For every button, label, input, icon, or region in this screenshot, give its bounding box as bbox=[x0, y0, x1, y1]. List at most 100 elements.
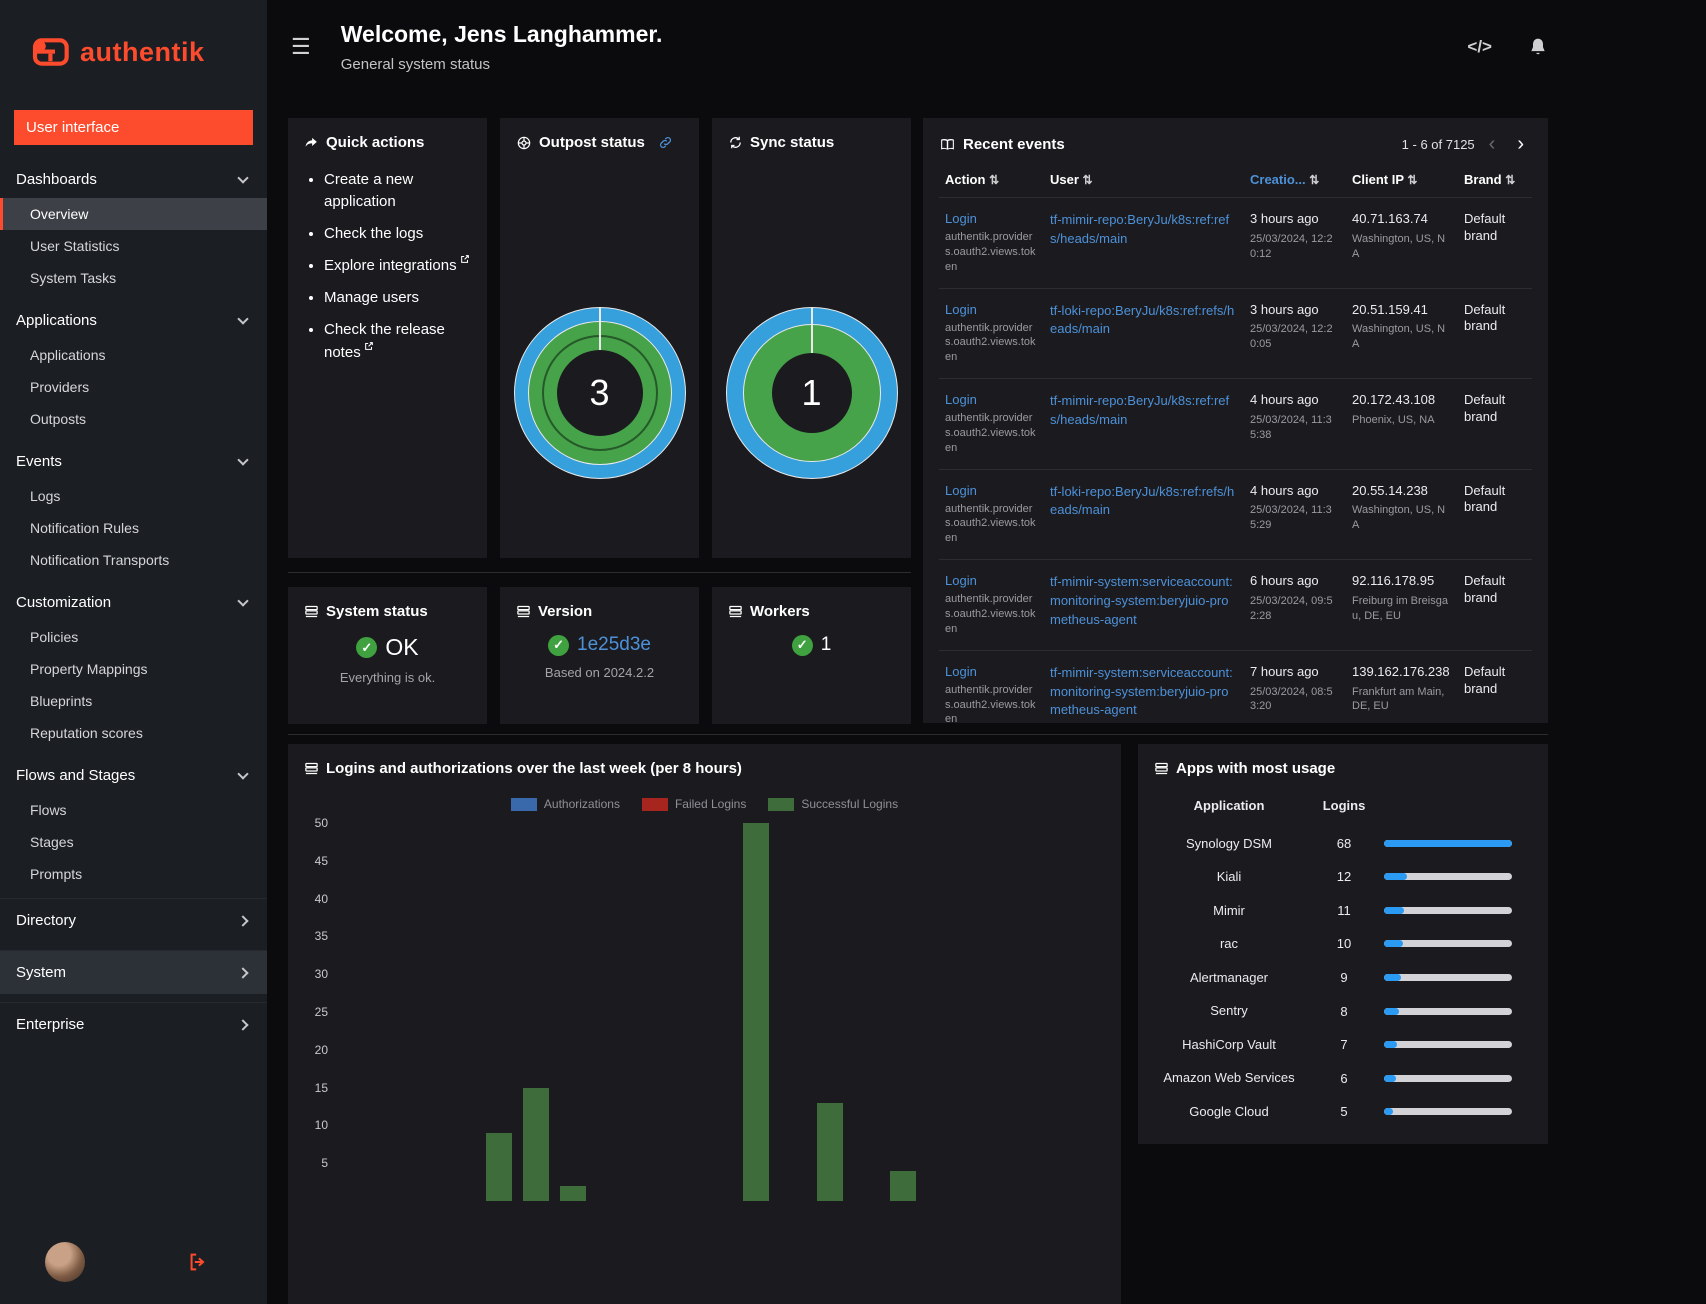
event-user-link[interactable]: tf-mimir-system:serviceaccount:monitorin… bbox=[1050, 573, 1238, 630]
sidebar-item-overview[interactable]: Overview bbox=[0, 198, 267, 230]
sort-icon[interactable]: ⇅ bbox=[989, 173, 999, 187]
sidebar-section-events[interactable]: Events bbox=[0, 443, 267, 480]
app-usage-row: Amazon Web Services 6 bbox=[1154, 1061, 1532, 1095]
sidebar-item-property-mappings[interactable]: Property Mappings bbox=[0, 653, 267, 685]
section-label: Flows and Stages bbox=[16, 767, 136, 784]
sidebar-section-flows-and-stages[interactable]: Flows and Stages bbox=[0, 757, 267, 794]
logout-icon[interactable] bbox=[187, 1251, 209, 1273]
column-header-user[interactable]: User ⇅ bbox=[1044, 164, 1244, 198]
sidebar-item-blueprints[interactable]: Blueprints bbox=[0, 685, 267, 717]
sidebar-footer bbox=[0, 1228, 267, 1304]
quick-action-link-manage-users[interactable]: Manage users bbox=[324, 289, 419, 306]
sidebar-section-applications[interactable]: Applications bbox=[0, 302, 267, 339]
app-usage-row: rac 10 bbox=[1154, 927, 1532, 961]
outpost-wheel-icon bbox=[517, 136, 531, 149]
y-tick-label: 10 bbox=[314, 1118, 328, 1133]
sort-icon[interactable]: ⇅ bbox=[1407, 173, 1417, 187]
brand-logo[interactable]: authentik bbox=[0, 0, 267, 104]
usage-bar-fill bbox=[1384, 873, 1408, 881]
sidebar-section-dashboards[interactable]: Dashboards bbox=[0, 161, 267, 198]
event-action-link[interactable]: Login bbox=[945, 302, 977, 317]
column-header-creatio[interactable]: Creatio... ⇅ bbox=[1244, 164, 1346, 198]
sidebar-item-prompts[interactable]: Prompts bbox=[0, 858, 267, 890]
app-login-count: 10 bbox=[1336, 936, 1352, 952]
quick-action-link-create-a-new-application[interactable]: Create a new application bbox=[324, 171, 413, 210]
event-action-link[interactable]: Login bbox=[945, 664, 977, 679]
quick-action-item: Manage users bbox=[324, 287, 471, 309]
y-tick-label: 40 bbox=[314, 891, 328, 906]
sort-icon[interactable]: ⇅ bbox=[1505, 173, 1515, 187]
quick-action-link-check-the-release-notes[interactable]: Check the release notes bbox=[324, 321, 445, 361]
sidebar-item-applications[interactable]: Applications bbox=[0, 339, 267, 371]
y-tick-label: 15 bbox=[314, 1080, 328, 1095]
system-status-card: System status ✓ OK Everything is ok. bbox=[288, 587, 487, 724]
pagination-prev-button[interactable]: ‹ bbox=[1481, 134, 1504, 154]
version-value-link[interactable]: 1e25d3e bbox=[577, 634, 651, 656]
column-header-brand[interactable]: Brand ⇅ bbox=[1458, 164, 1532, 198]
sidebar-section-system[interactable]: System bbox=[0, 950, 267, 994]
y-tick-label: 5 bbox=[321, 1156, 328, 1171]
pagination-next-button[interactable]: › bbox=[1509, 134, 1532, 154]
api-code-icon[interactable]: </> bbox=[1467, 37, 1492, 57]
version-subtitle: Based on 2024.2.2 bbox=[544, 665, 655, 680]
sidebar-item-stages[interactable]: Stages bbox=[0, 826, 267, 858]
avatar[interactable] bbox=[45, 1242, 85, 1282]
event-user-link[interactable]: tf-loki-repo:BeryJu/k8s:ref:refs/heads/m… bbox=[1050, 302, 1238, 340]
event-action-link[interactable]: Login bbox=[945, 211, 977, 226]
legend-item-successful-logins[interactable]: Successful Logins bbox=[768, 797, 898, 811]
system-status-value: OK bbox=[385, 634, 419, 660]
hamburger-menu-icon[interactable]: ☰ bbox=[291, 34, 311, 60]
event-time-absolute: 25/03/2024, 12:20:05 bbox=[1250, 323, 1333, 351]
event-user-link[interactable]: tf-loki-repo:BeryJu/k8s:ref:refs/heads/m… bbox=[1050, 483, 1238, 521]
user-interface-button[interactable]: User interface bbox=[14, 110, 253, 145]
event-client-ip: 92.116.178.95 bbox=[1352, 573, 1435, 589]
sidebar-item-providers[interactable]: Providers bbox=[0, 371, 267, 403]
event-geo: Washington, US, NA bbox=[1352, 504, 1446, 532]
event-client-ip: 40.71.163.74 bbox=[1352, 211, 1428, 226]
quick-action-link-check-the-logs[interactable]: Check the logs bbox=[324, 225, 423, 242]
sidebar-section-directory[interactable]: Directory bbox=[0, 898, 267, 942]
sidebar-item-flows[interactable]: Flows bbox=[0, 794, 267, 826]
sidebar-item-system-tasks[interactable]: System Tasks bbox=[0, 262, 267, 294]
app-login-count: 68 bbox=[1336, 835, 1352, 851]
link-icon[interactable] bbox=[658, 135, 673, 150]
sidebar-item-outposts[interactable]: Outposts bbox=[0, 403, 267, 435]
sync-status-donut[interactable]: 1 bbox=[725, 307, 898, 479]
sidebar-section-customization[interactable]: Customization bbox=[0, 584, 267, 621]
sidebar-item-notification-rules[interactable]: Notification Rules bbox=[0, 512, 267, 544]
event-action-link[interactable]: Login bbox=[945, 392, 977, 407]
event-action-link[interactable]: Login bbox=[945, 483, 977, 498]
legend-item-failed-logins[interactable]: Failed Logins bbox=[641, 797, 746, 811]
sidebar-item-user-statistics[interactable]: User Statistics bbox=[0, 230, 267, 262]
quick-action-link-explore-integrations[interactable]: Explore integrations bbox=[324, 255, 470, 274]
legend-item-authorizations[interactable]: Authorizations bbox=[510, 797, 620, 811]
notifications-bell-icon[interactable] bbox=[1528, 37, 1548, 57]
sidebar-section-enterprise[interactable]: Enterprise bbox=[0, 1002, 267, 1046]
sidebar-item-notification-transports[interactable]: Notification Transports bbox=[0, 544, 267, 576]
sidebar-item-policies[interactable]: Policies bbox=[0, 621, 267, 653]
pagination-top: 1 - 6 of 7125 ‹ › bbox=[1402, 134, 1532, 154]
outpost-status-donut[interactable]: 3 bbox=[513, 307, 686, 479]
event-user-link[interactable]: tf-mimir-repo:BeryJu/k8s:ref:refs/heads/… bbox=[1050, 392, 1238, 430]
app-login-count: 6 bbox=[1340, 1070, 1348, 1086]
event-user-link[interactable]: tf-mimir-repo:BeryJu/k8s:ref:refs/heads/… bbox=[1050, 211, 1238, 249]
sort-icon[interactable]: ⇅ bbox=[1083, 173, 1093, 187]
pagination-range: 1 - 6 of 7125 bbox=[1401, 136, 1475, 152]
column-header-logins: Logins bbox=[1322, 798, 1366, 814]
event-user-link[interactable]: tf-mimir-system:serviceaccount:monitorin… bbox=[1050, 664, 1238, 721]
authentik-logo-icon bbox=[32, 38, 69, 66]
sort-icon[interactable]: ⇅ bbox=[1309, 173, 1319, 187]
quick-action-item: Check the logs bbox=[324, 223, 471, 245]
section-label: Dashboards bbox=[16, 171, 97, 188]
check-circle-icon: ✓ bbox=[356, 637, 378, 658]
legend-swatch bbox=[768, 797, 795, 811]
sidebar-item-logs[interactable]: Logs bbox=[0, 480, 267, 512]
column-header-action[interactable]: Action ⇅ bbox=[939, 164, 1044, 198]
event-action-link[interactable]: Login bbox=[945, 573, 977, 588]
event-action-context: authentik.providers.oauth2.views.token bbox=[945, 502, 1036, 545]
event-brand: Default brand bbox=[1464, 482, 1506, 515]
column-header-client-ip[interactable]: Client IP ⇅ bbox=[1346, 164, 1458, 198]
sidebar-item-reputation-scores[interactable]: Reputation scores bbox=[0, 717, 267, 749]
chart-slot bbox=[885, 823, 922, 1201]
quick-action-item: Explore integrations bbox=[324, 254, 471, 277]
